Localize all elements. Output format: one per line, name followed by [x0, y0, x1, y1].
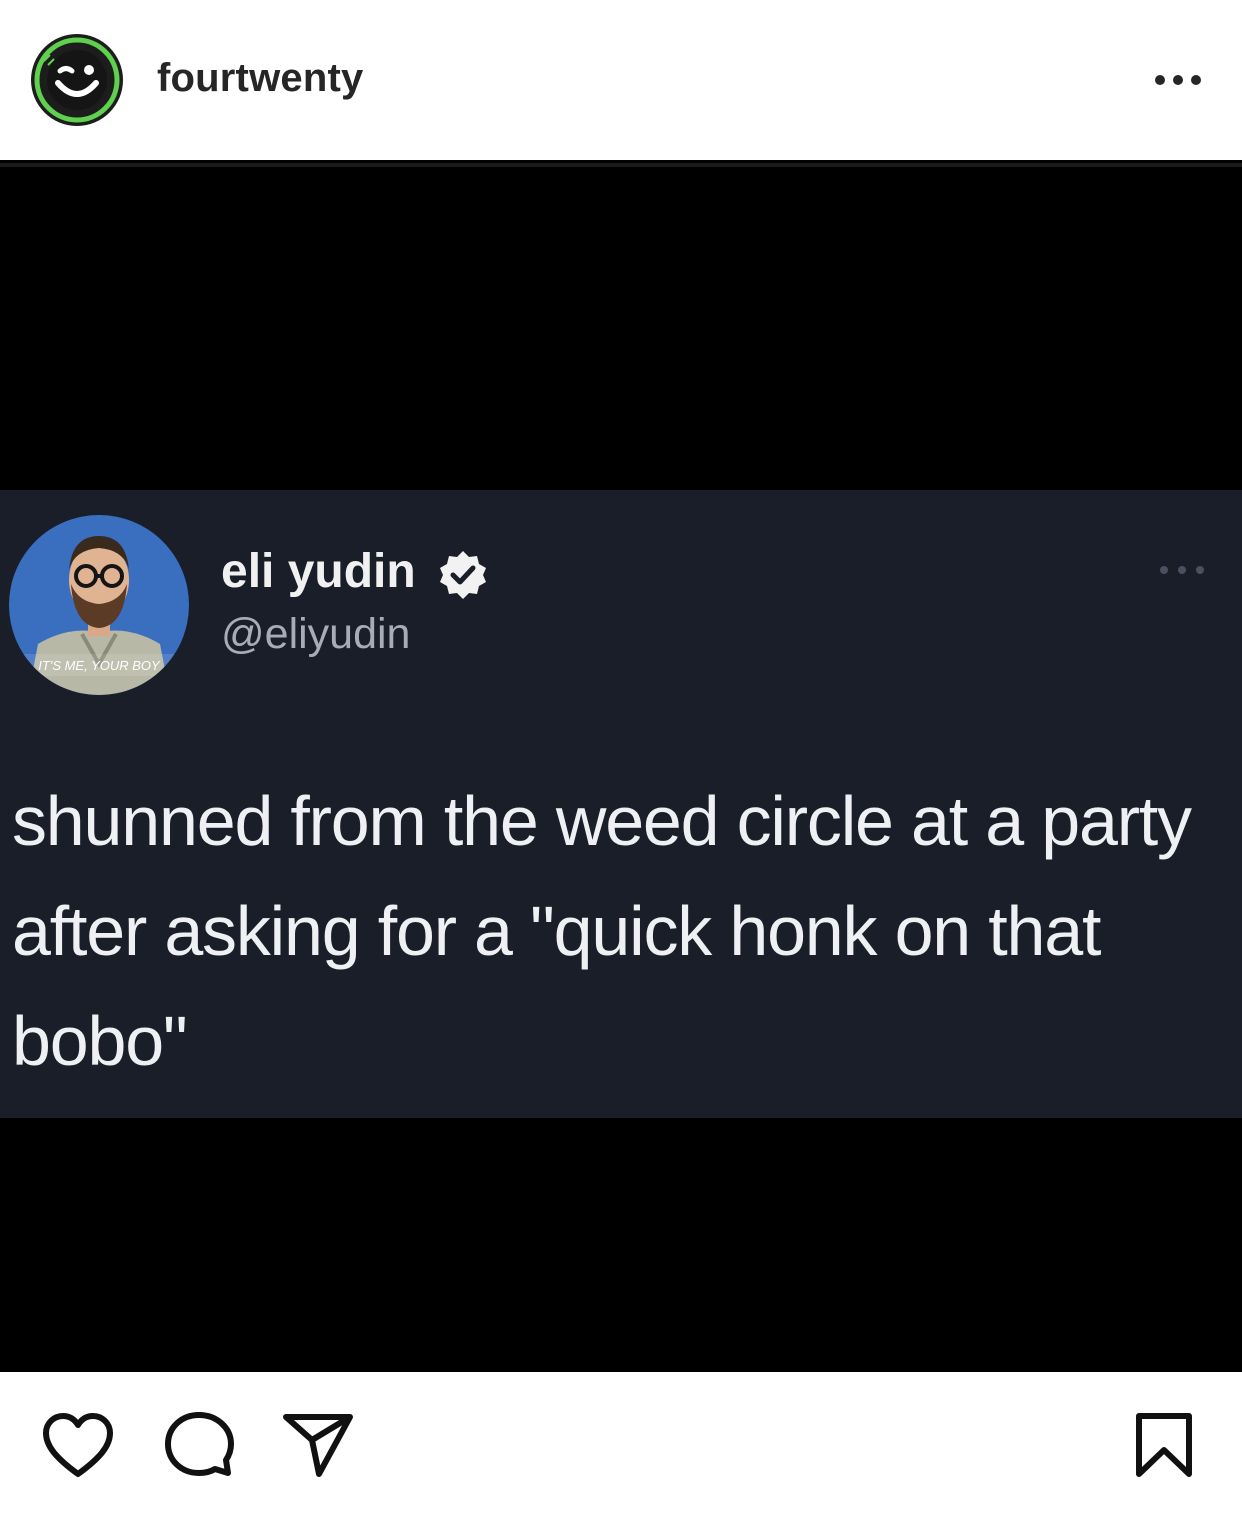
heart-icon[interactable] [42, 1412, 114, 1478]
media-top-edge [0, 163, 1242, 167]
comment-icon[interactable] [164, 1410, 234, 1478]
tweet-author-avatar: IT'S ME, YOUR BOY [9, 515, 189, 695]
action-bar [0, 1372, 1242, 1515]
post-header: fourtwenty [0, 0, 1242, 160]
bookmark-icon[interactable] [1134, 1412, 1194, 1478]
account-name[interactable]: fourtwenty [157, 56, 363, 101]
verified-badge-icon [440, 551, 486, 599]
tweet-text: shunned from the weed circle at a party … [12, 782, 1192, 1080]
tweet-screenshot: IT'S ME, YOUR BOY eli yudin @eliyudin sh… [0, 490, 1242, 1118]
account-avatar[interactable] [30, 33, 124, 127]
share-icon[interactable] [282, 1412, 354, 1478]
more-horizontal-icon[interactable] [1150, 62, 1206, 98]
avatar-caption: IT'S ME, YOUR BOY [38, 658, 161, 673]
tweet-more-icon [1160, 566, 1204, 574]
tweet-display-name: eli yudin [221, 545, 416, 598]
tweet-handle: @eliyudin [221, 610, 411, 658]
